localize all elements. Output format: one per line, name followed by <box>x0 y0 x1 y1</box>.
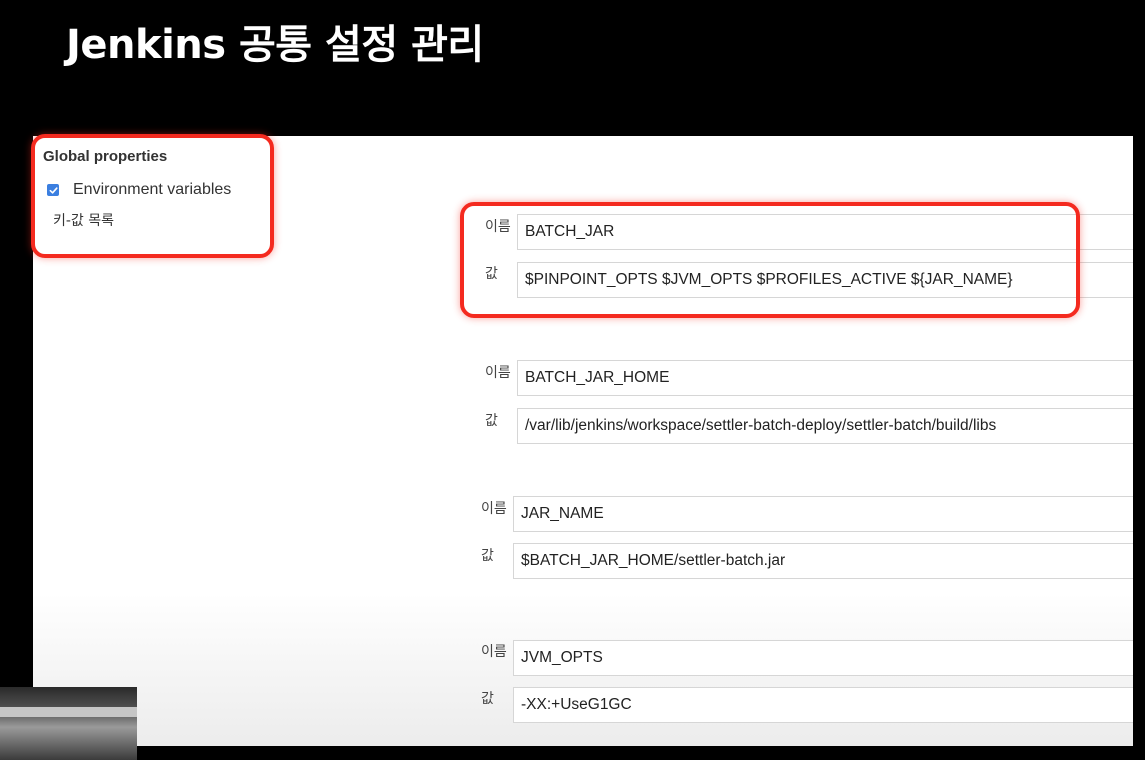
env-var-name-label: 이름 <box>485 365 511 381</box>
global-properties-highlight <box>31 134 274 258</box>
env-var-value-input[interactable]: /var/lib/jenkins/workspace/settler-batch… <box>517 408 1133 444</box>
env-var-name-input[interactable]: JVM_OPTS <box>513 640 1133 676</box>
env-var-value-label: 값 <box>481 548 494 564</box>
slide-title: Jenkins 공통 설정 관리 <box>66 22 484 68</box>
batch-jar-highlight <box>460 202 1080 318</box>
env-var-value-input[interactable]: $BATCH_JAR_HOME/settler-batch.jar <box>513 543 1133 579</box>
env-var-name-input[interactable]: BATCH_JAR_HOME <box>517 360 1133 396</box>
env-var-value-label: 값 <box>481 691 494 707</box>
env-var-name-label: 이름 <box>481 501 507 517</box>
env-var-value-label: 값 <box>485 413 498 429</box>
presenter-webcam-overlay <box>0 687 137 760</box>
env-var-value-input[interactable]: -XX:+UseG1GC <box>513 687 1133 723</box>
env-var-name-label: 이름 <box>481 644 507 660</box>
env-var-name-input[interactable]: JAR_NAME <box>513 496 1133 532</box>
